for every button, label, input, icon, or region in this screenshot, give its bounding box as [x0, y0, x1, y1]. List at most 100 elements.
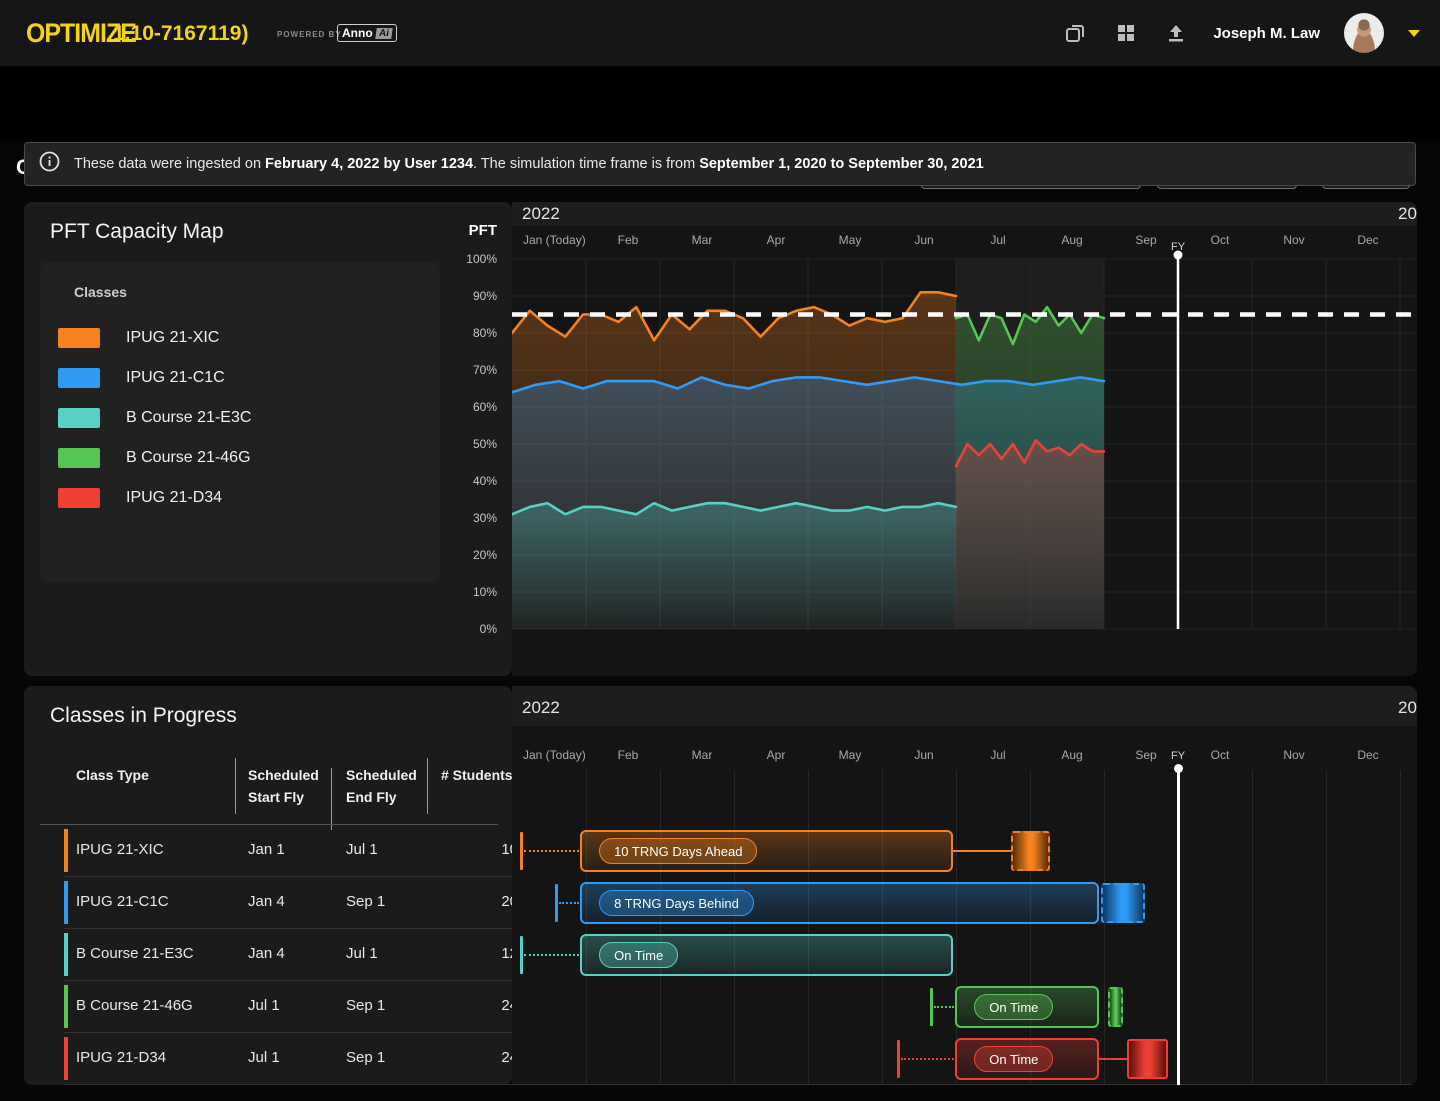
gantt-gridline [734, 770, 735, 1085]
info-banner: These data were ingested on February 4, … [24, 142, 1416, 186]
status-pill: On Time [974, 994, 1053, 1020]
table-row-b-course-21-e3c[interactable]: B Course 21-E3C Jan 4 Jul 1 12 [64, 929, 528, 981]
gantt-bar-ipug-21-c1c[interactable]: 8 TRNG Days Behind [580, 882, 1099, 924]
legend-swatch [58, 448, 100, 468]
gantt-lead-line [901, 1058, 954, 1060]
legend-label: IPUG 21-XIC [126, 329, 219, 347]
pft-axis-tick: 100% [437, 252, 497, 266]
topbar: OPTIMIZE 1.10-7167119) POWERED BY Anno A… [0, 0, 1440, 66]
legend-label: IPUG 21-C1C [126, 369, 225, 387]
pft-axis-tick: 30% [437, 511, 497, 525]
cell-start-fly: Jan 4 [248, 945, 285, 962]
brand-name: Anno [342, 26, 373, 40]
gantt-bar-ipug-21-xic[interactable]: 10 TRNG Days Ahead [580, 830, 953, 872]
gantt-bar-ipug-21-d34[interactable]: On Time [955, 1038, 1099, 1080]
cell-class-type: IPUG 21-C1C [76, 893, 169, 910]
row-accent-left [64, 933, 68, 976]
table-row-ipug-21-d34[interactable]: IPUG 21-D34Jul 1Sep 124 [64, 1033, 528, 1085]
pft-axis-tick: 80% [437, 326, 497, 340]
gantt-gridline [586, 770, 587, 1085]
cell-end-fly: Jul 1 [346, 945, 378, 962]
fy-dot [1174, 251, 1183, 260]
cell-class-type: B Course 21-46G [76, 997, 193, 1014]
gantt-tick [930, 988, 933, 1026]
status-pill: On Time [599, 942, 678, 968]
area-IPUG 21-D34 [956, 440, 1104, 629]
gantt-gridline [808, 770, 809, 1085]
info-icon [39, 151, 60, 177]
gantt-end-marker[interactable] [1101, 883, 1145, 923]
gantt-tick [520, 936, 523, 974]
row-accent-left [64, 829, 68, 872]
user-menu-caret-icon[interactable] [1408, 30, 1420, 37]
cell-end-fly: Jul 1 [346, 841, 378, 858]
avatar[interactable] [1344, 13, 1384, 53]
pft-axis-tick: 70% [437, 363, 497, 377]
apps-grid-icon[interactable] [1113, 20, 1139, 46]
cascade-windows-icon[interactable] [1063, 20, 1089, 46]
cell-students: 24 [441, 1049, 518, 1066]
gantt-tick [897, 1040, 900, 1078]
legend-item-b-course-21-e3c[interactable]: B Course 21-E3C [40, 404, 440, 432]
app-version: 1.10-7167119) [113, 22, 248, 46]
legend-swatch [58, 328, 100, 348]
gantt-lead-line [934, 1006, 954, 1008]
gantt-gridline [1400, 770, 1401, 1085]
gantt-end-marker[interactable] [1127, 1039, 1168, 1079]
pft-chart-panel: 2022 20 Jan (Today)FebMarAprMayJunJulAug… [512, 202, 1417, 676]
col-class-type: Class Type [76, 764, 149, 786]
pft-axis-tick: 0% [437, 622, 497, 636]
gantt-gridline [882, 770, 883, 1085]
pft-axis-tick: 40% [437, 474, 497, 488]
cell-end-fly: Sep 1 [346, 997, 385, 1014]
legend-swatch [58, 408, 100, 428]
classes-panel-title: Classes in Progress [50, 704, 237, 728]
cell-start-fly: Jul 1 [248, 1049, 280, 1066]
legend-item-ipug-21-c1c[interactable]: IPUG 21-C1C [40, 364, 440, 392]
upload-icon[interactable] [1163, 20, 1189, 46]
row-accent-left [64, 881, 68, 924]
pft-axis-tick: 50% [437, 437, 497, 451]
pft-capacity-panel: PFT Capacity Map Classes IPUG 21-XICIPUG… [24, 202, 512, 676]
column-separator [427, 758, 428, 814]
pft-axis-tick: 60% [437, 400, 497, 414]
row-accent-left [64, 1037, 68, 1080]
cell-students: 10 [441, 841, 518, 858]
gantt-bar-b-course-21-e3c[interactable]: On Time [580, 934, 953, 976]
legend-item-ipug-21-xic[interactable]: IPUG 21-XIC [40, 324, 440, 352]
table-row-b-course-21-46g[interactable]: B Course 21-46G Jul 1 Sep 1 24 [64, 981, 528, 1033]
classes-in-progress-panel: Classes in Progress Class Type Scheduled… [24, 686, 512, 1085]
gantt-end-marker[interactable] [1108, 987, 1123, 1027]
pft-capacity-chart [512, 202, 1417, 676]
cell-class-type: B Course 21-E3C [76, 945, 194, 962]
gantt-end-marker[interactable] [1011, 831, 1050, 871]
gantt-gridline [1252, 770, 1253, 1085]
fy-dot [1174, 764, 1183, 773]
cell-students: 12 [441, 945, 518, 962]
cell-start-fly: Jan 4 [248, 893, 285, 910]
cell-start-fly: Jul 1 [248, 997, 280, 1014]
legend-swatch [58, 488, 100, 508]
gantt-lead-line [524, 850, 579, 852]
optimize-dashboard: OPTIMIZE 1.10-7167119) POWERED BY Anno A… [0, 0, 1440, 1101]
gantt-panel: 2022 20 Jan (Today)FebMarAprMayJunJulAug… [512, 686, 1417, 1085]
cell-end-fly: Sep 1 [346, 893, 385, 910]
legend-item-ipug-21-d34[interactable]: IPUG 21-D34 [40, 484, 440, 512]
pft-axis-tick: 10% [437, 585, 497, 599]
legend-label: B Course 21-46G [126, 449, 251, 467]
gantt-bar-b-course-21-46g[interactable]: On Time [955, 986, 1099, 1028]
pft-axis-title: PFT [469, 222, 497, 239]
row-accent-left [64, 985, 68, 1028]
gantt-tick [520, 832, 523, 870]
toolbar: Current Squadron 310th Run Scenario [0, 66, 1440, 142]
gantt-gridline [660, 770, 661, 1085]
cell-students: 24 [441, 997, 518, 1014]
table-row-ipug-21-xic[interactable]: IPUG 21-XICJan 1Jul 110 [64, 825, 528, 877]
column-separator [331, 768, 332, 830]
pft-axis-tick: 90% [437, 289, 497, 303]
table-row-ipug-21-c1c[interactable]: IPUG 21-C1CJan 4Sep 120 [64, 877, 528, 929]
fy-line [1177, 768, 1180, 1085]
legend-item-b-course-21-46g[interactable]: B Course 21-46G [40, 444, 440, 472]
gantt-plot: 10 TRNG Days Ahead 8 TRNG Days Behind On T… [512, 686, 1417, 1085]
gantt-lead-line [559, 902, 579, 904]
